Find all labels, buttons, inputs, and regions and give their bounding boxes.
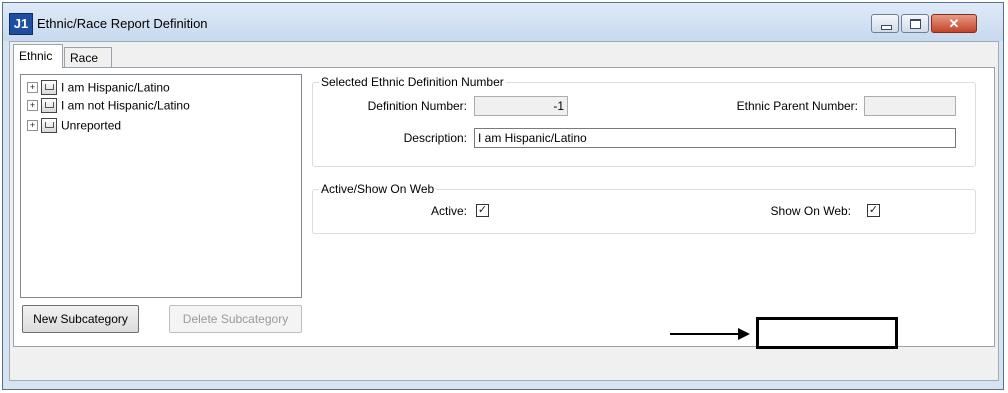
description-label: Description: [403,131,467,145]
definition-node-icon [41,98,57,114]
expand-icon[interactable]: + [27,120,38,132]
maximize-button[interactable] [901,14,929,33]
ethnic-tab-panel: + I am Hispanic/Latino + I am not Hispanic… [13,67,995,349]
expand-icon[interactable]: + [27,100,38,112]
active-checkbox[interactable]: ✓ [476,204,489,217]
app-logo-icon: J1 [9,13,33,35]
tab-ethnic[interactable]: Ethnic [13,44,63,68]
active-group-legend: Active/Show On Web [319,182,437,196]
delete-subcategory-button[interactable]: Delete Subcategory [169,305,302,333]
minimize-button[interactable] [871,14,899,33]
definition-node-icon [41,80,57,96]
expand-icon[interactable]: + [27,82,38,94]
close-icon: ✕ [948,16,960,31]
active-show-on-web-group: Active/Show On Web Active: ✓ Show On Web… [312,182,976,349]
ethnic-parent-number-field [864,96,956,116]
tab-race[interactable]: Race [64,47,112,67]
description-input[interactable]: I am Hispanic/Latino [474,128,956,148]
tree-item[interactable]: + Unreported [27,117,121,134]
app-window: J1 Ethnic/Race Report Definition ✕ Ethni… [2,2,1004,390]
window-title: Ethnic/Race Report Definition [37,16,208,31]
show-on-web-label: Show On Web: [770,204,851,218]
definition-number-field: -1 [474,96,568,116]
definition-node-icon [41,118,57,134]
definition-group-legend: Selected Ethnic Definition Number [319,75,506,89]
new-subcategory-button[interactable]: New Subcategory [22,305,139,333]
close-button[interactable]: ✕ [931,14,977,33]
client-area: Ethnic Race + I am Hispanic/Latino + I am … [9,41,999,381]
definition-number-label: Definition Number: [367,99,467,113]
arrow-right-icon [738,328,750,340]
tree-item-label: Unreported [61,118,122,133]
ethnic-tree-view[interactable]: + I am Hispanic/Latino + I am not Hispanic… [20,74,302,298]
definition-group: Selected Ethnic Definition Number Defini… [312,75,976,167]
show-on-web-checkbox[interactable]: ✓ [867,204,880,217]
show-on-web-highlight-box [756,317,898,349]
pointer-arrow-shaft [670,333,740,335]
tree-item-label: I am Hispanic/Latino [61,80,170,95]
ethnic-parent-number-label: Ethnic Parent Number: [736,99,858,113]
tree-item-label: I am not Hispanic/Latino [61,98,190,113]
tree-item[interactable]: + I am not Hispanic/Latino [27,97,190,114]
title-bar: J1 Ethnic/Race Report Definition ✕ [3,3,1003,41]
tree-item[interactable]: + I am Hispanic/Latino [27,79,170,96]
active-label: Active: [430,204,467,218]
